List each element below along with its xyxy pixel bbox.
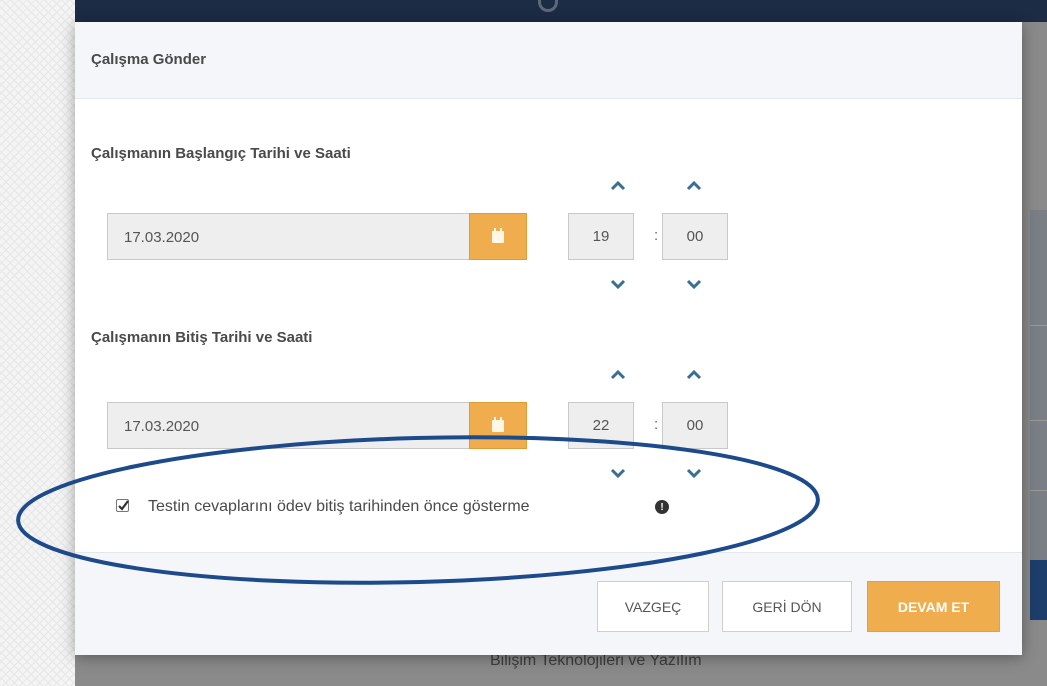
end-minute-decrement-button[interactable] [685,466,703,480]
modal-title: Çalışma Gönder [91,51,207,68]
start-date-calendar-button[interactable] [469,213,527,260]
back-button[interactable]: GERİ DÖN [722,581,852,632]
calendar-icon [492,416,504,432]
underlying-divider [1030,490,1047,491]
start-hour-decrement-button[interactable] [609,277,627,291]
underlying-side-banner [1030,560,1047,620]
continue-button[interactable]: DEVAM ET [867,581,1000,632]
calendar-icon [492,227,504,243]
start-datetime-label: Çalışmanın Başlangıç Tarihi ve Saati [91,145,351,162]
end-datetime-label: Çalışmanın Bitiş Tarihi ve Saati [91,329,313,346]
send-work-modal: Çalışma Gönder Çalışmanın Başlangıç Tari… [75,22,1022,655]
end-hour-input[interactable]: 22 [568,402,634,449]
end-date-calendar-button[interactable] [469,402,527,449]
underlying-divider [1030,420,1047,421]
underlying-side-panel [1030,210,1047,610]
time-separator: : [654,416,659,433]
start-minute-decrement-button[interactable] [685,277,703,291]
start-hour-input[interactable]: 19 [568,213,634,260]
cancel-button[interactable]: VAZGEÇ [597,581,709,632]
end-hour-decrement-button[interactable] [609,466,627,480]
start-hour-increment-button[interactable] [609,179,627,193]
modal-header: Çalışma Gönder [75,22,1022,99]
underlying-top-bar [75,0,1047,22]
start-minute-increment-button[interactable] [685,179,703,193]
underlying-divider [1030,325,1047,326]
end-minute-input[interactable]: 00 [662,402,728,449]
checkmark-icon [118,500,129,511]
end-hour-increment-button[interactable] [609,368,627,382]
start-date-input[interactable]: 17.03.2020 [107,213,469,260]
start-minute-input[interactable]: 00 [662,213,728,260]
end-minute-increment-button[interactable] [685,368,703,382]
end-date-input[interactable]: 17.03.2020 [107,402,469,449]
time-separator: : [654,227,659,244]
info-icon[interactable]: ! [655,500,669,514]
hide-answers-checkbox[interactable] [116,499,129,512]
hide-answers-label[interactable]: Testin cevaplarını ödev bitiş tarihinden… [148,498,530,516]
